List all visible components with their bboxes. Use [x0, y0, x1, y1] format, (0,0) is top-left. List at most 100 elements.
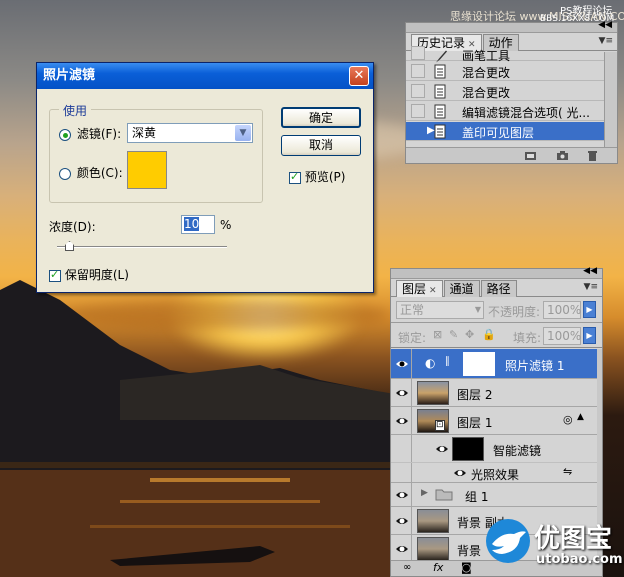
- preview-checkbox[interactable]: [289, 170, 301, 184]
- lock-image-icon[interactable]: ✎: [449, 328, 458, 341]
- tab-paths[interactable]: 路径: [480, 280, 517, 297]
- eye-icon[interactable]: [435, 443, 449, 455]
- ok-button[interactable]: 确定: [281, 107, 361, 128]
- bird-logo-icon: [486, 519, 530, 563]
- opacity-arrow-icon[interactable]: ▶: [583, 301, 596, 318]
- filter-select[interactable]: 深黄 ▼: [127, 123, 253, 143]
- layer-row-layer1[interactable]: ⊡ 图层 1 ◎ ▲: [391, 407, 598, 435]
- fill-label: 填充:: [513, 331, 542, 345]
- fill-input[interactable]: 100%: [543, 327, 581, 345]
- visibility-cell[interactable]: [391, 349, 412, 378]
- scrollbar[interactable]: [604, 52, 617, 148]
- tab-channels-label: 通道: [449, 282, 474, 296]
- layer-row-lighting-effects[interactable]: 光照效果 ⇋: [391, 463, 598, 483]
- layer-name: 照片滤镜 1: [505, 359, 565, 373]
- filter-radio-row[interactable]: 滤镜(F):: [59, 125, 121, 142]
- color-swatch[interactable]: [127, 151, 167, 189]
- chevron-down-icon[interactable]: ▼: [235, 125, 251, 141]
- collapse-icon[interactable]: ◀◀: [583, 266, 597, 276]
- close-icon[interactable]: ✕: [429, 286, 437, 296]
- water-reflection: [120, 500, 320, 503]
- history-state-checkbox[interactable]: [411, 104, 425, 118]
- eye-icon[interactable]: [395, 415, 409, 427]
- chevron-down-icon[interactable]: ▼: [475, 302, 481, 318]
- shoreline: [0, 462, 400, 468]
- visibility-cell[interactable]: [391, 379, 412, 406]
- opacity-label: 不透明度:: [488, 305, 541, 319]
- history-state-checkbox[interactable]: [411, 46, 425, 60]
- tab-layers[interactable]: 图层 ✕: [396, 280, 443, 297]
- visibility-cell[interactable]: [391, 483, 412, 506]
- eye-icon[interactable]: [395, 387, 409, 399]
- link-layers-icon[interactable]: ∞: [403, 562, 411, 573]
- density-input[interactable]: 10: [181, 215, 215, 234]
- collapse-icon[interactable]: ◀◀: [598, 20, 612, 30]
- history-list: 画笔工具 混合更改 混合更改 编辑滤镜混合选项( 光... ▶ 盖印可见图层: [406, 46, 604, 148]
- preserve-luminosity-checkbox[interactable]: [49, 268, 61, 282]
- document-icon: [434, 84, 446, 99]
- visibility-cell[interactable]: [391, 463, 412, 482]
- blend-mode-select[interactable]: 正常 ▼: [396, 301, 484, 319]
- eye-icon[interactable]: [395, 515, 409, 527]
- layer-row-group1[interactable]: ▶ 组 1: [391, 483, 598, 507]
- visibility-cell[interactable]: [391, 507, 412, 534]
- document-icon: [434, 64, 446, 79]
- color-radio[interactable]: [59, 167, 71, 180]
- layer-row-layer2[interactable]: 图层 2: [391, 379, 598, 407]
- list-item[interactable]: 编辑滤镜混合选项( 光...: [406, 102, 604, 121]
- density-slider-track[interactable]: [57, 246, 227, 248]
- visibility-cell[interactable]: [391, 435, 412, 462]
- history-state-checkbox[interactable]: [411, 64, 425, 78]
- panel-menu-icon[interactable]: ▼≡: [599, 36, 613, 46]
- eye-icon[interactable]: [395, 489, 409, 501]
- panel-grip[interactable]: ◀◀: [406, 20, 617, 33]
- close-icon[interactable]: ✕: [349, 66, 369, 86]
- panel-menu-icon[interactable]: ▼≡: [584, 282, 598, 292]
- layer-thumbnail[interactable]: [417, 509, 449, 533]
- color-radio-row[interactable]: 颜色(C):: [59, 164, 123, 181]
- smart-filter-badge-icon[interactable]: ◎: [563, 413, 573, 426]
- list-item[interactable]: 画笔工具: [406, 46, 604, 63]
- camera-icon[interactable]: [556, 150, 569, 161]
- eye-icon[interactable]: [453, 467, 467, 479]
- layer-row-smart-filters[interactable]: 智能滤镜: [391, 435, 598, 463]
- lock-transparent-icon[interactable]: ⊠: [433, 328, 442, 341]
- density-slider-thumb[interactable]: [65, 241, 74, 251]
- snapshot-from-state-icon[interactable]: [524, 150, 537, 161]
- lock-all-icon[interactable]: 🔒: [482, 328, 496, 341]
- layer-mask-thumbnail[interactable]: [463, 352, 495, 376]
- history-state-checkbox[interactable]: [411, 124, 425, 138]
- preserve-luminosity-row[interactable]: 保留明度(L): [49, 266, 129, 283]
- tab-channels[interactable]: 通道: [443, 280, 480, 297]
- filter-radio[interactable]: [59, 128, 71, 141]
- eye-icon[interactable]: [395, 543, 409, 555]
- lock-position-icon[interactable]: ✥: [465, 328, 474, 341]
- visibility-cell[interactable]: [391, 535, 412, 561]
- layer-thumbnail[interactable]: [417, 381, 449, 405]
- density-label: 浓度(D):: [49, 220, 96, 234]
- dialog-title-bar[interactable]: 照片滤镜 ✕: [37, 63, 373, 89]
- list-item-selected[interactable]: ▶ 盖印可见图层: [406, 122, 604, 141]
- list-item[interactable]: 混合更改: [406, 62, 604, 81]
- cancel-button[interactable]: 取消: [281, 135, 361, 156]
- layer-thumbnail[interactable]: [417, 537, 449, 561]
- fx-icon[interactable]: fx: [433, 561, 443, 574]
- expand-arrow-icon[interactable]: ▲: [577, 412, 584, 422]
- opacity-value: 100%: [547, 303, 582, 317]
- list-item[interactable]: 混合更改: [406, 82, 604, 101]
- trash-icon[interactable]: [586, 150, 599, 161]
- preview-label: 预览(P): [304, 170, 346, 184]
- layer-row-photo-filter[interactable]: ◐ ∥ 照片滤镜 1: [391, 349, 598, 379]
- visibility-cell[interactable]: [391, 407, 412, 434]
- preview-checkbox-row[interactable]: 预览(P): [289, 168, 345, 185]
- fill-arrow-icon[interactable]: ▶: [583, 327, 596, 344]
- filter-options-icon[interactable]: ⇋: [563, 465, 572, 478]
- panel-grip[interactable]: ◀◀: [391, 266, 602, 279]
- history-state-checkbox[interactable]: [411, 84, 425, 98]
- expand-triangle-icon[interactable]: ▶: [421, 488, 428, 498]
- add-mask-icon[interactable]: ◙: [461, 561, 472, 574]
- eye-icon[interactable]: [395, 358, 409, 370]
- smart-filter-mask-thumbnail[interactable]: [452, 437, 484, 461]
- link-icon[interactable]: ∥: [445, 356, 450, 367]
- opacity-input[interactable]: 100%: [543, 301, 581, 319]
